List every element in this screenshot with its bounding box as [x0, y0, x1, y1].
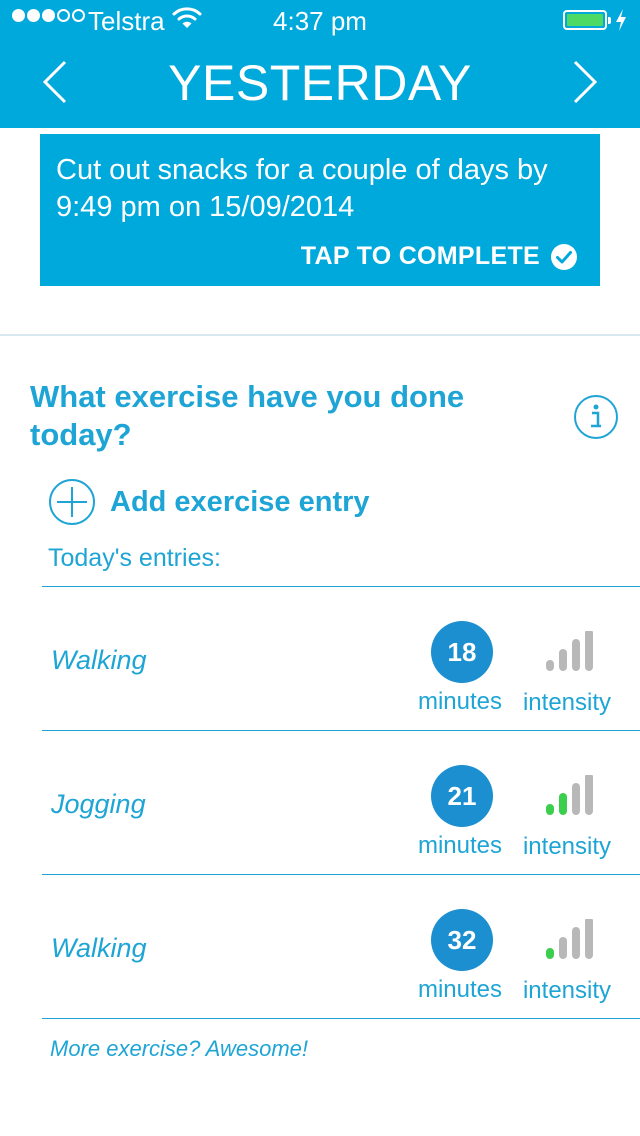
minutes-label: minutes: [417, 688, 503, 715]
battery-icon: [563, 10, 611, 30]
list-item[interactable]: Walking 32 minutes intensity: [42, 874, 640, 1019]
header-bar: Telstra 4:37 pm YESTERDAY: [0, 0, 640, 128]
complete-goal-label: TAP TO COMPLETE: [300, 242, 540, 270]
charging-bolt-icon: [616, 9, 626, 31]
minutes-label: minutes: [417, 832, 503, 859]
minutes-badge: 32: [431, 909, 493, 971]
list-item[interactable]: Walking 18 minutes intensity: [42, 586, 640, 730]
activity-name: Walking: [51, 933, 147, 963]
activity-name: Walking: [51, 645, 147, 675]
intensity-bars-icon: [546, 775, 593, 815]
section-divider: [0, 334, 640, 336]
check-circle-icon: [551, 243, 577, 270]
activity-name: Jogging: [51, 789, 146, 819]
info-icon[interactable]: [573, 394, 619, 440]
chevron-right-icon[interactable]: [570, 58, 600, 106]
goal-text: Cut out snacks for a couple of days by 9…: [56, 154, 548, 223]
list-item[interactable]: Jogging 21 minutes intensity: [42, 730, 640, 874]
status-bar: Telstra 4:37 pm: [0, 0, 640, 40]
exercise-question: What exercise have you done today?: [30, 379, 465, 452]
add-exercise-label: Add exercise entry: [110, 485, 370, 518]
intensity-bars-icon: [546, 919, 593, 959]
page-title: YESTERDAY: [168, 55, 472, 111]
minutes-label: minutes: [417, 976, 503, 1003]
encouragement-text: More exercise? Awesome!: [50, 1036, 308, 1061]
minutes-badge: 18: [431, 621, 493, 683]
minutes-badge: 21: [431, 765, 493, 827]
status-time: 4:37 pm: [273, 6, 367, 36]
intensity-label: intensity: [522, 977, 612, 1004]
entries-label: Today's entries:: [48, 544, 221, 572]
plus-circle-icon: [49, 479, 95, 525]
complete-goal-button[interactable]: TAP TO COMPLETE: [301, 242, 578, 271]
intensity-label: intensity: [522, 833, 612, 860]
intensity-label: intensity: [522, 689, 612, 716]
intensity-bars-icon: [546, 631, 593, 671]
add-exercise-button[interactable]: Add exercise entry: [48, 478, 370, 526]
goal-card[interactable]: Cut out snacks for a couple of days by 9…: [40, 134, 600, 286]
entries-list: Walking 18 minutes intensity Jogging 21 …: [42, 586, 640, 1019]
